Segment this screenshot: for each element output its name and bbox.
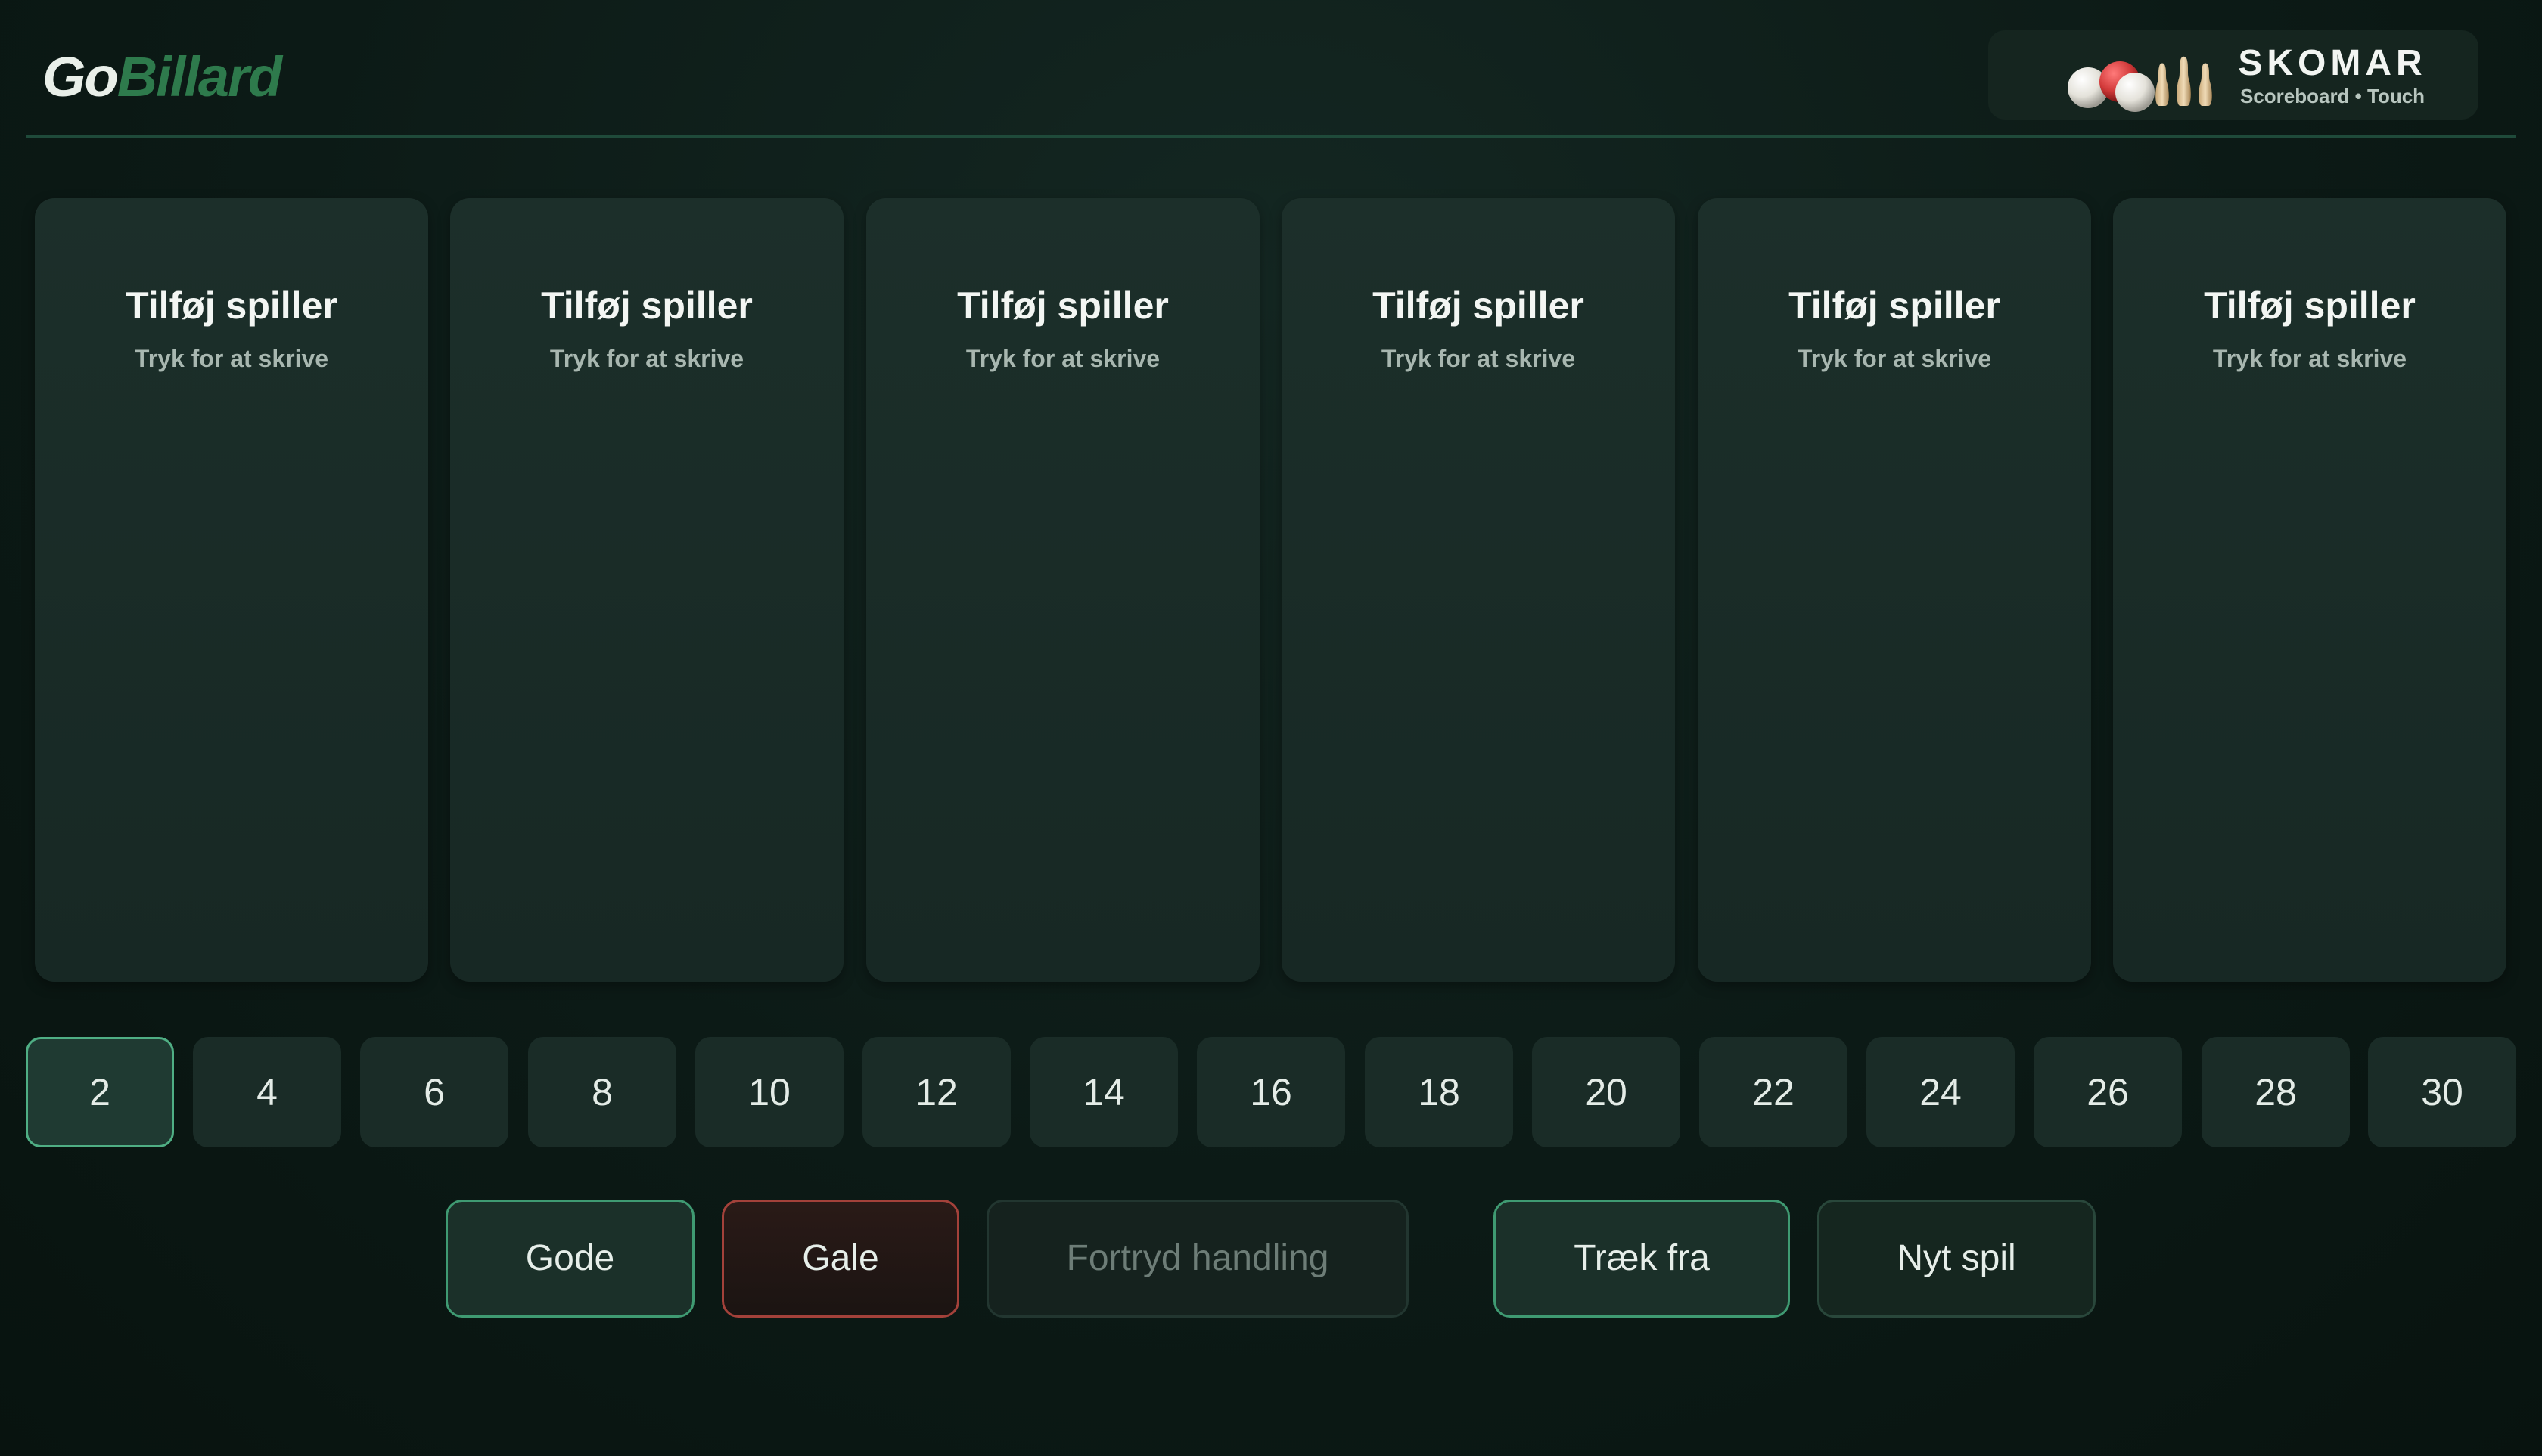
points-button[interactable]: 10: [695, 1037, 844, 1147]
player-hint: Tryk for at skrive: [1797, 345, 1992, 372]
app-header: GoBillard SKOMAR Scoreboard • Touch: [26, 0, 2516, 138]
player-card-2[interactable]: Tilføj spiller Tryk for at skrive: [450, 198, 844, 982]
player-hint: Tryk for at skrive: [549, 345, 744, 372]
points-button[interactable]: 2: [26, 1037, 174, 1147]
player-hint: Tryk for at skrive: [2212, 345, 2407, 372]
player-card-5[interactable]: Tilføj spiller Tryk for at skrive: [1698, 198, 2091, 982]
player-hint: Tryk for at skrive: [1381, 345, 1576, 372]
brand-subtitle: Scoreboard • Touch: [2239, 85, 2425, 107]
points-button[interactable]: 8: [528, 1037, 676, 1147]
points-button[interactable]: 20: [1532, 1037, 1680, 1147]
points-button[interactable]: 30: [2368, 1037, 2516, 1147]
gode-button[interactable]: Gode: [446, 1200, 695, 1318]
gale-button[interactable]: Gale: [722, 1200, 959, 1318]
points-button[interactable]: 26: [2034, 1037, 2182, 1147]
points-selector: 2 4 6 8 10 12 14 16 18 20 22 24 26 28 30: [26, 1037, 2516, 1147]
player-hint: Tryk for at skrive: [134, 345, 329, 372]
player-name: Tilføj spiller: [957, 284, 1169, 327]
points-button[interactable]: 12: [862, 1037, 1011, 1147]
points-button[interactable]: 16: [1197, 1037, 1345, 1147]
player-name: Tilføj spiller: [126, 284, 337, 327]
points-button[interactable]: 4: [193, 1037, 341, 1147]
gobillard-logo: GoBillard: [42, 45, 282, 108]
brand-badge: SKOMAR Scoreboard • Touch: [1988, 30, 2478, 120]
player-name: Tilføj spiller: [2204, 284, 2416, 327]
player-hint: Tryk for at skrive: [965, 345, 1161, 372]
points-button[interactable]: 18: [1365, 1037, 1513, 1147]
player-cards: Tilføj spiller Tryk for at skrive Tilføj…: [35, 198, 2507, 982]
player-name: Tilføj spiller: [541, 284, 753, 327]
new-game-button[interactable]: Nyt spil: [1817, 1200, 2096, 1318]
points-button[interactable]: 6: [360, 1037, 508, 1147]
player-card-6[interactable]: Tilføj spiller Tryk for at skrive: [2113, 198, 2506, 982]
points-button[interactable]: 14: [1030, 1037, 1178, 1147]
player-card-1[interactable]: Tilføj spiller Tryk for at skrive: [35, 198, 428, 982]
player-card-4[interactable]: Tilføj spiller Tryk for at skrive: [1282, 198, 1675, 982]
points-button[interactable]: 24: [1866, 1037, 2015, 1147]
player-card-3[interactable]: Tilføj spiller Tryk for at skrive: [866, 198, 1260, 982]
subtract-button[interactable]: Træk fra: [1493, 1200, 1790, 1318]
logo-part-billard: Billard: [117, 45, 282, 108]
brand-title: SKOMAR: [2238, 43, 2427, 83]
player-name: Tilføj spiller: [1788, 284, 2000, 327]
player-name: Tilføj spiller: [1372, 284, 1584, 327]
billiard-balls-and-pins-icon: [2068, 56, 2212, 112]
undo-button[interactable]: Fortryd handling: [987, 1200, 1409, 1318]
logo-part-go: Go: [42, 45, 119, 108]
points-button[interactable]: 28: [2202, 1037, 2350, 1147]
points-button[interactable]: 22: [1699, 1037, 1847, 1147]
